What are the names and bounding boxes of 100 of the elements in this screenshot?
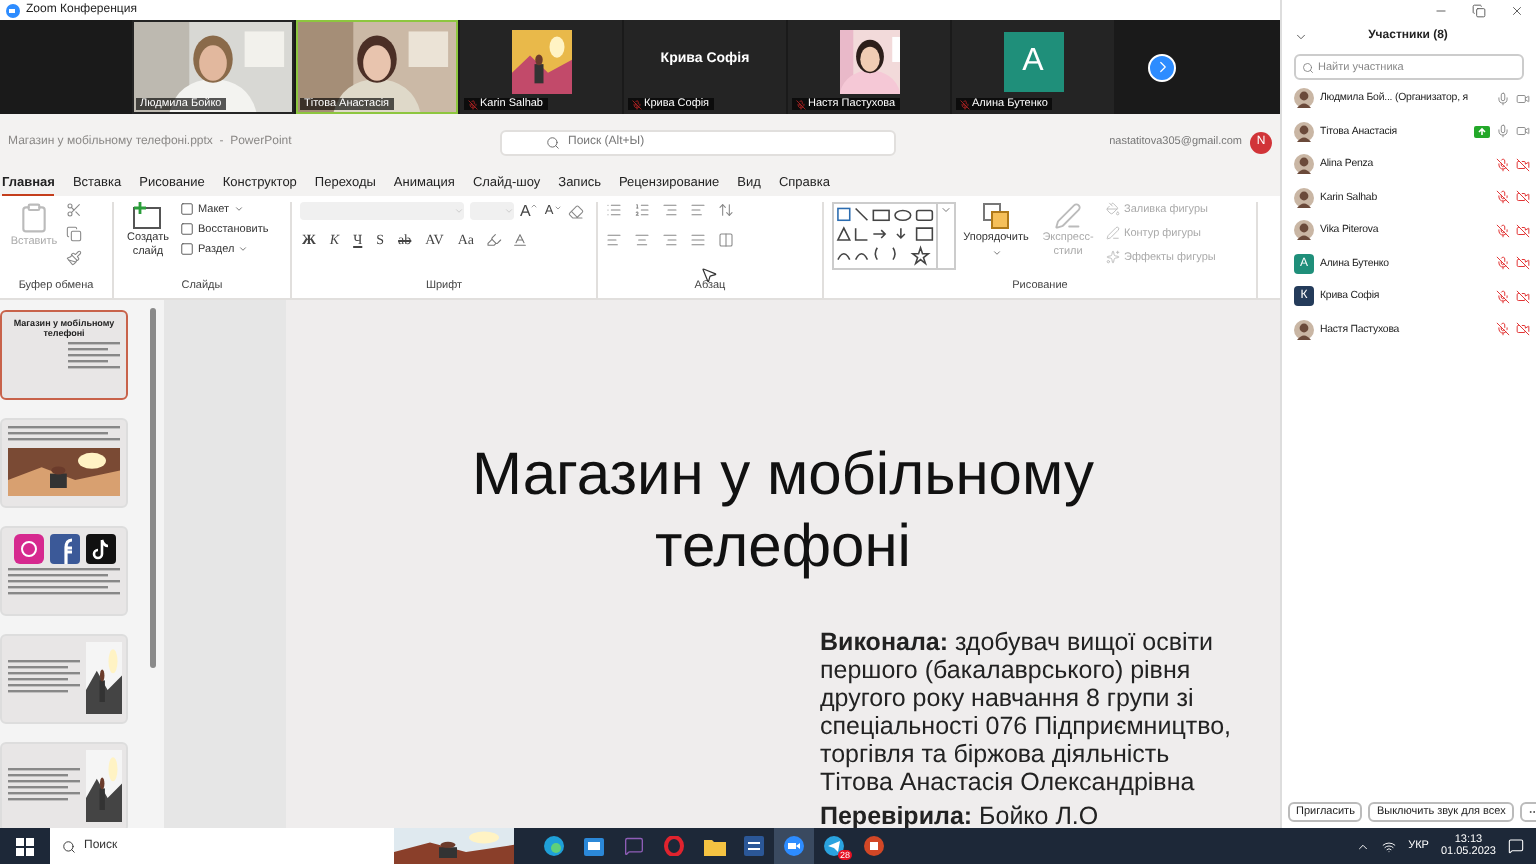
slide-title: Магазин у мобільному телефоні [470,440,1096,584]
video-off-icon [1516,256,1530,271]
search-icon [546,135,560,149]
document-icon [744,836,764,856]
align-center-icon[interactable] [634,232,650,248]
pen-icon [1054,202,1082,230]
avatar [1294,154,1314,175]
muted-microphone-icon [1496,223,1510,238]
network-icon[interactable] [1382,839,1397,853]
shape-gallery[interactable] [832,202,956,270]
video-camera-icon [784,836,804,856]
eraser-icon[interactable] [567,203,584,219]
font-name-field[interactable] [300,202,464,220]
avatar [1294,220,1314,241]
video-off-icon [1516,157,1530,172]
muted-microphone-icon [468,99,478,109]
ring-icon [664,836,684,856]
notification-icon[interactable] [1508,838,1524,854]
columns-icon[interactable] [718,232,734,248]
microphone-icon [1496,91,1510,106]
caret-icon [991,247,1001,258]
text-lines-drawing [8,426,120,444]
video-camera-icon [1516,124,1530,139]
slide-thumbnail[interactable] [0,634,128,724]
avatar [1294,187,1314,208]
chevron-up-icon[interactable] [1356,839,1371,853]
camera-logo-icon [13,534,43,564]
highlighter-icon[interactable] [486,232,503,248]
slide-thumbnail[interactable] [0,526,128,616]
font-size-field[interactable] [470,202,514,220]
folder-icon [703,837,725,855]
justify-icon[interactable] [690,232,706,248]
copy-icon[interactable] [66,226,82,242]
collapse-icon[interactable] [1294,29,1308,43]
align-right-icon[interactable] [662,232,678,248]
align-left-icon[interactable] [606,232,622,248]
slide-thumbnail[interactable] [0,418,128,508]
video-off-icon [1516,190,1530,205]
text-lines-drawing [8,568,120,598]
text-lines-drawing [7,660,79,696]
bullet-list-icon[interactable] [606,202,622,218]
gallery-scroll-icon[interactable] [940,204,953,216]
caret-icon [233,204,244,214]
muted-microphone-icon [1496,190,1510,205]
search-icon [62,839,76,853]
window-icon [584,837,604,855]
taskbar-app[interactable] [774,828,814,864]
muted-microphone-icon [796,99,806,109]
new-slide-icon [132,202,164,230]
paper-plane-icon [824,836,844,856]
outdent-icon[interactable] [690,202,706,218]
minimize-icon[interactable] [1434,4,1448,18]
video-camera-icon [1516,91,1530,106]
avatar [1294,121,1314,142]
mouse-pointer-icon [700,266,718,284]
clipboard-icon [18,202,50,234]
slide-reviewer-text: Перевірила: Бойко Л.О [820,802,1101,830]
muted-microphone-icon [1496,322,1510,337]
search-icon [1302,61,1314,73]
close-icon[interactable] [1510,4,1524,18]
video-off-icon [1516,322,1530,337]
video-off-icon [1516,223,1530,238]
restore-icon[interactable] [1472,4,1486,18]
music-note-logo-icon [85,534,115,564]
muted-microphone-icon [632,99,642,109]
browser-icon [544,836,564,856]
text-lines-drawing [68,342,120,372]
slide-thumbnail[interactable] [0,742,128,828]
muted-microphone-icon [1496,289,1510,304]
start-icon[interactable] [16,837,34,855]
muted-microphone-icon [1496,256,1510,271]
font-size-button[interactable]: A [520,202,539,220]
cut-icon[interactable] [66,202,82,218]
next-page-button[interactable] [1148,53,1176,81]
caret-icon [238,244,249,254]
scrollbar[interactable] [149,308,155,668]
pen-icon [1106,226,1120,240]
numbered-list-icon[interactable] [634,202,650,218]
avatar: А [1003,31,1063,91]
muted-microphone-icon [960,99,970,109]
social-logo-icon [49,534,79,564]
line-spacing-icon[interactable] [718,202,734,218]
arrange-icon [982,202,1010,230]
avatar [1294,319,1314,340]
font-color-icon[interactable] [512,232,529,248]
sparkle-icon [1106,250,1120,264]
caret-icon [454,206,464,216]
shapes-drawing [834,204,937,268]
slide-author-text: Виконала: здобувач вищої освіти першого (бакалаврського) рівня другого року навчання 8 групи зі спеціальності 076 Підприємництво, торгівля та біржова діяльність Тітова Анастасія Олександрівна [820,628,1233,796]
avatar [1294,88,1314,109]
indent-icon[interactable] [662,202,678,218]
text-lines-drawing [7,768,79,804]
slides-icon [864,836,884,856]
video-off-icon [1516,289,1530,304]
caret-icon [504,206,514,216]
paintbrush-icon[interactable] [66,250,82,266]
muted-microphone-icon [1496,157,1510,172]
chat-bubble-icon [624,836,644,856]
microphone-icon [1496,124,1510,139]
paint-bucket-icon [1106,202,1120,216]
